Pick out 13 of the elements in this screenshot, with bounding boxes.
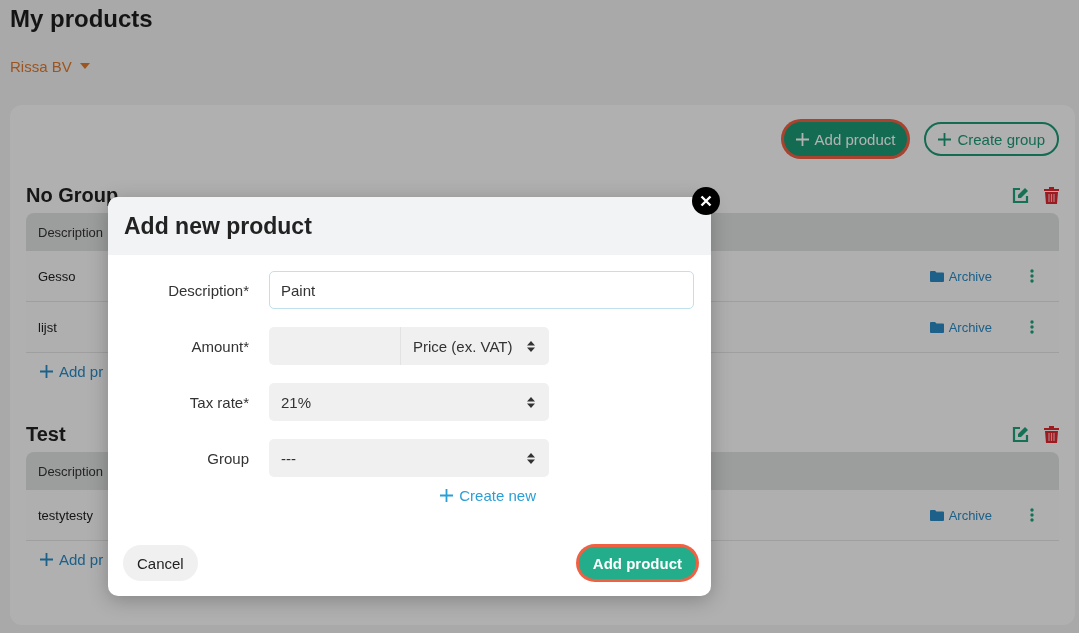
field-label: Description* xyxy=(167,281,249,299)
dialog-title: Add new product xyxy=(124,212,312,240)
page-title: My products xyxy=(10,4,154,34)
field-label: Group xyxy=(206,449,249,467)
field-label: Amount* xyxy=(190,337,249,355)
group-title: Test xyxy=(26,422,66,446)
column-header: Description xyxy=(38,224,104,240)
table-cell-text: testytesty xyxy=(38,507,94,523)
group-title: No Group xyxy=(26,183,119,207)
table-cell-text: Gesso xyxy=(38,268,77,284)
column-header: Description xyxy=(38,463,104,479)
field-label: Tax rate* xyxy=(188,393,249,411)
table-cell-text: lijst xyxy=(38,319,58,335)
